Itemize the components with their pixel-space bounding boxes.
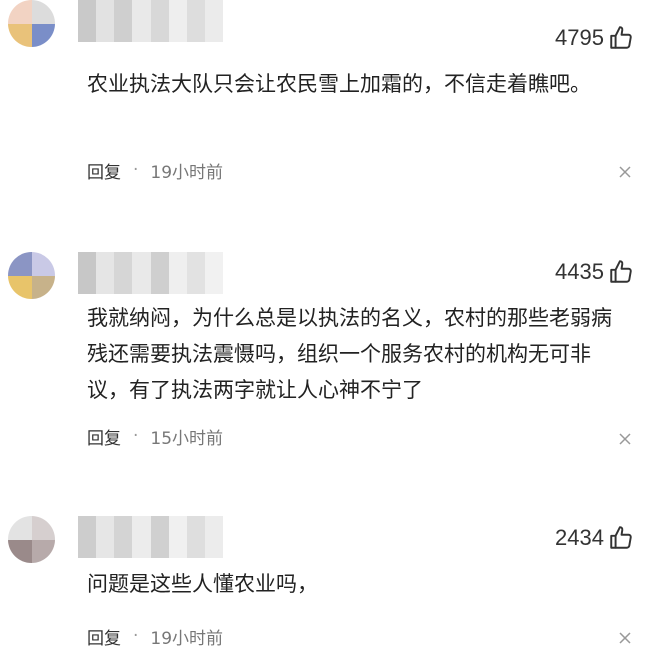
blur-block xyxy=(168,0,187,42)
thumbs-up-icon xyxy=(610,260,632,283)
like-count: 2434 xyxy=(555,525,604,550)
close-icon xyxy=(619,433,631,445)
thumbs-up-icon xyxy=(610,526,632,549)
avatar-block xyxy=(31,275,55,299)
like-button[interactable]: 2434 xyxy=(555,520,634,556)
blur-block xyxy=(150,516,169,558)
like-count: 4795 xyxy=(555,25,604,50)
like-button[interactable]: 4435 xyxy=(555,254,634,290)
blur-block xyxy=(186,0,205,42)
blur-block xyxy=(78,252,97,294)
avatar-block xyxy=(8,539,32,563)
blur-block xyxy=(114,516,133,558)
comment-item: 2434 问题是这些人懂农业吗， 回复 · 19小时前 xyxy=(0,516,660,654)
blur-block xyxy=(78,516,97,558)
timestamp: 15小时前 xyxy=(150,428,224,449)
comment-meta: 回复 · 15小时前 xyxy=(87,424,224,449)
comment-meta: 回复 · 19小时前 xyxy=(87,624,224,649)
blur-block xyxy=(96,0,115,42)
close-icon xyxy=(619,166,631,178)
like-button[interactable]: 4795 xyxy=(555,20,634,56)
username-blurred[interactable] xyxy=(78,252,223,294)
blur-block xyxy=(150,252,169,294)
timestamp: 19小时前 xyxy=(150,628,224,649)
close-button[interactable] xyxy=(618,432,632,446)
timestamp: 19小时前 xyxy=(150,162,224,183)
blur-block xyxy=(96,252,115,294)
username-blurred[interactable] xyxy=(78,516,223,558)
avatar-block xyxy=(8,252,32,276)
comment-text: 农业执法大队只会让农民雪上加霜的，不信走着瞧吧。 xyxy=(87,72,591,96)
blur-block xyxy=(168,252,187,294)
thumbs-up-icon xyxy=(610,26,632,49)
username-blurred[interactable] xyxy=(78,0,223,42)
avatar[interactable] xyxy=(8,516,55,563)
comment-meta: 回复 · 19小时前 xyxy=(87,158,224,183)
avatar-block xyxy=(8,0,32,24)
blur-block xyxy=(186,516,205,558)
comment-item: 4435 我就纳闷，为什么总是以执法的名义，农村的那些老弱病残还需要执法震慑吗，… xyxy=(0,252,660,462)
avatar-block xyxy=(31,23,55,47)
blur-block xyxy=(114,0,133,42)
blur-block xyxy=(186,252,205,294)
avatar-block xyxy=(31,539,55,563)
blur-block xyxy=(132,516,151,558)
comment-text: 问题是这些人懂农业吗， xyxy=(87,572,318,596)
reply-button[interactable]: 回复 xyxy=(87,424,121,449)
blur-block xyxy=(96,516,115,558)
blur-block xyxy=(204,516,223,558)
blur-block xyxy=(114,252,133,294)
avatar-block xyxy=(8,516,32,540)
like-count: 4435 xyxy=(555,259,604,284)
blur-block xyxy=(150,0,169,42)
close-icon xyxy=(619,632,631,644)
avatar-block xyxy=(31,516,55,540)
separator-dot: · xyxy=(133,426,139,446)
avatar-block xyxy=(8,275,32,299)
blur-block xyxy=(168,516,187,558)
separator-dot: · xyxy=(133,626,139,646)
avatar[interactable] xyxy=(8,0,55,47)
avatar-block xyxy=(8,23,32,47)
reply-button[interactable]: 回复 xyxy=(87,158,121,183)
comment-text: 我就纳闷，为什么总是以执法的名义，农村的那些老弱病残还需要执法震慑吗，组织一个服… xyxy=(87,306,612,402)
avatar-block xyxy=(31,252,55,276)
blur-block xyxy=(132,0,151,42)
separator-dot: · xyxy=(133,160,139,180)
close-button[interactable] xyxy=(618,631,632,645)
blur-block xyxy=(204,0,223,42)
comment-item: 4795 农业执法大队只会让农民雪上加霜的，不信走着瞧吧。 回复 · 19小时前 xyxy=(0,0,660,200)
blur-block xyxy=(132,252,151,294)
blur-block xyxy=(78,0,97,42)
blur-block xyxy=(204,252,223,294)
close-button[interactable] xyxy=(618,165,632,179)
avatar[interactable] xyxy=(8,252,55,299)
reply-button[interactable]: 回复 xyxy=(87,624,121,649)
avatar-block xyxy=(31,0,55,24)
